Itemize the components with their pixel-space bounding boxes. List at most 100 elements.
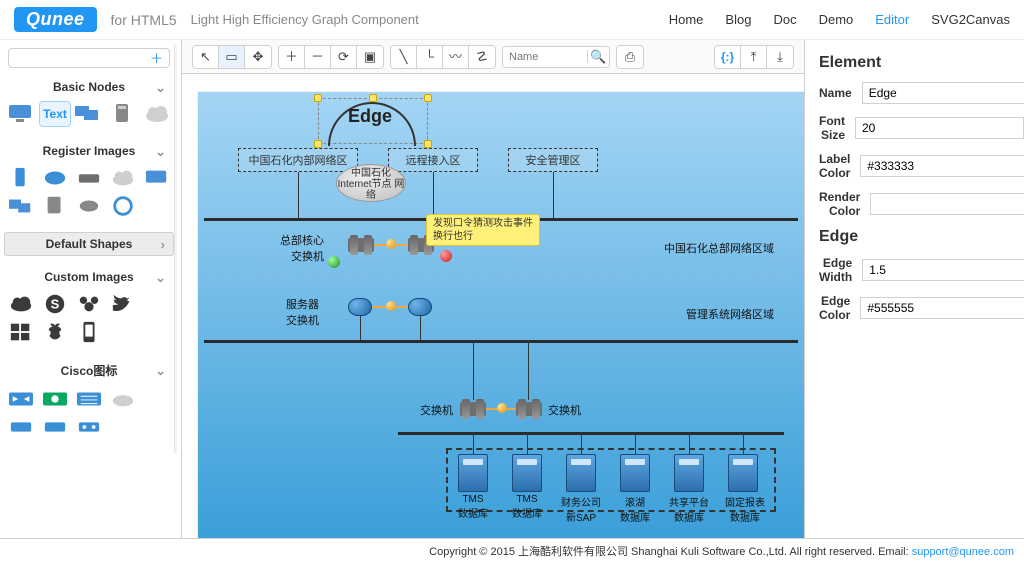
zone-internal-net[interactable]: 中国石化内部网络区: [238, 148, 358, 172]
server-4[interactable]: [620, 454, 650, 492]
tool-zoom-reset[interactable]: ⟳: [331, 46, 357, 68]
custom-apple-icon[interactable]: [40, 320, 70, 344]
tool-pan[interactable]: ✥: [245, 46, 271, 68]
server-3-label: 财务公司 新SAP: [556, 494, 606, 524]
cisco-cloud-icon[interactable]: [108, 387, 138, 411]
tool-zoom-out[interactable]: －: [305, 46, 331, 68]
search-button[interactable]: 🔍: [587, 50, 609, 63]
marquee-icon: ▭: [225, 50, 237, 63]
section-register-images[interactable]: Register Images ⌄: [4, 140, 174, 162]
reg-ring-icon[interactable]: [108, 194, 138, 218]
prop-rendercolor-input[interactable]: [870, 193, 1024, 215]
node-dual-monitor-icon[interactable]: [74, 102, 104, 126]
reg-server-icon[interactable]: [6, 166, 36, 190]
cisco-firewall-icon[interactable]: [74, 387, 104, 411]
srv-router-1[interactable]: [348, 298, 372, 316]
tool-zoom-in[interactable]: ＋: [279, 46, 305, 68]
tool-pointer[interactable]: ↖: [193, 46, 219, 68]
zone-security-mgmt[interactable]: 安全管理区: [508, 148, 598, 172]
srv-router-2[interactable]: [408, 298, 432, 316]
prop-fontsize-input[interactable]: [855, 117, 1024, 139]
tool-marquee[interactable]: ▭: [219, 46, 245, 68]
reg-switch-icon[interactable]: [74, 166, 104, 190]
tool-polyline[interactable]: ☡: [469, 46, 495, 68]
canvas-viewport[interactable]: Edge 中国石化内部网络区 远程接入区 安全管理区 中国石化 Intern: [182, 74, 804, 538]
prop-labelcolor-input[interactable]: [860, 155, 1024, 177]
nav-demo[interactable]: Demo: [819, 12, 854, 27]
pan-icon: ✥: [253, 50, 264, 63]
lower-switch-label-right: 交换机: [548, 402, 581, 418]
cisco-router-icon[interactable]: [40, 387, 70, 411]
prop-name-input[interactable]: [862, 82, 1024, 104]
zone-remote-access[interactable]: 远程接入区: [388, 148, 478, 172]
internet-node[interactable]: 中国石化 Internet节点 网络: [336, 164, 406, 202]
section-default-shapes[interactable]: Default Shapes ›: [4, 232, 174, 256]
nav-blog[interactable]: Blog: [725, 12, 751, 27]
nav-svg2canvas[interactable]: SVG2Canvas: [931, 12, 1010, 27]
ortho-icon: └: [425, 50, 434, 63]
node-cloud-icon[interactable]: [142, 102, 172, 126]
custom-skype-icon[interactable]: S: [40, 292, 70, 316]
search-input[interactable]: [503, 51, 583, 63]
prop-edgecolor-input[interactable]: [860, 297, 1024, 319]
line-icon: ╲: [400, 50, 408, 63]
server-3[interactable]: [566, 454, 596, 492]
tool-print[interactable]: ⎙: [617, 46, 643, 68]
custom-twitter-icon[interactable]: [108, 292, 138, 316]
footer-email-link[interactable]: support@qunee.com: [912, 546, 1014, 558]
server-2[interactable]: [512, 454, 542, 492]
tool-json[interactable]: {:}: [715, 46, 741, 68]
section-cisco[interactable]: Cisco图标 ⌄: [4, 358, 174, 383]
custom-group-icon[interactable]: [74, 292, 104, 316]
prop-edgewidth-input[interactable]: [862, 259, 1024, 281]
nav-home[interactable]: Home: [669, 12, 704, 27]
reg-pc-icon[interactable]: [142, 166, 172, 190]
section-custom-images[interactable]: Custom Images ⌄: [4, 266, 174, 288]
reg-router-icon[interactable]: [40, 166, 70, 190]
diagram-canvas[interactable]: Edge 中国石化内部网络区 远程接入区 安全管理区 中国石化 Intern: [198, 92, 804, 538]
svg-text:S: S: [51, 297, 60, 312]
add-icon[interactable]: ＋: [150, 52, 163, 65]
reg-rack-icon[interactable]: [40, 194, 70, 218]
node-monitor-icon[interactable]: [6, 102, 36, 126]
pointer-icon: ↖: [200, 50, 211, 63]
custom-windows-icon[interactable]: [6, 320, 36, 344]
nav-doc[interactable]: Doc: [773, 12, 796, 27]
cisco-switch-icon[interactable]: [6, 387, 36, 411]
prop-edgecolor-label: Edge Color: [819, 294, 850, 322]
nav-editor[interactable]: Editor: [875, 12, 909, 27]
section-basic-nodes[interactable]: Basic Nodes ⌄: [4, 76, 174, 98]
node-server-icon[interactable]: [108, 102, 138, 126]
cisco-box2-icon[interactable]: [40, 415, 70, 439]
tool-line[interactable]: ╲: [391, 46, 417, 68]
palette-scrollbar[interactable]: [174, 44, 177, 453]
server-1-label: TMS 数据库: [450, 494, 496, 520]
tool-curve[interactable]: 〰: [443, 46, 469, 68]
custom-cloud-icon[interactable]: [6, 292, 36, 316]
zone-hq-label: 中国石化总部网络区域: [664, 240, 774, 256]
srv-switch-label: 服务器 交换机: [286, 296, 319, 328]
element-heading: Element: [819, 54, 1010, 72]
prop-edgewidth-label: Edge Width: [819, 256, 852, 284]
brand-sub: for HTML5: [111, 12, 177, 28]
cisco-box3-icon[interactable]: [74, 415, 104, 439]
server-1[interactable]: [458, 454, 488, 492]
node-text-icon[interactable]: Text: [40, 102, 70, 126]
tool-zoom-fit[interactable]: ▣: [357, 46, 383, 68]
cisco-box1-icon[interactable]: [6, 415, 36, 439]
reg-disk-icon[interactable]: [74, 194, 104, 218]
hq-switch-1[interactable]: [348, 238, 374, 252]
lower-switch-1[interactable]: [460, 402, 486, 416]
hq-switch-label: 总部核心 交换机: [280, 232, 324, 264]
reg-pc2-icon[interactable]: [6, 194, 36, 218]
tool-export[interactable]: ⤒: [741, 46, 767, 68]
tool-orthogonal[interactable]: └: [417, 46, 443, 68]
server-5[interactable]: [674, 454, 704, 492]
server-6[interactable]: [728, 454, 758, 492]
server-5-label: 共享平台 数据库: [662, 494, 716, 524]
custom-phone-icon[interactable]: [74, 320, 104, 344]
lower-switch-2[interactable]: [516, 402, 542, 416]
tool-import[interactable]: ⤓: [767, 46, 793, 68]
zoom-in-icon: ＋: [285, 50, 298, 63]
reg-cloud-icon[interactable]: [108, 166, 138, 190]
